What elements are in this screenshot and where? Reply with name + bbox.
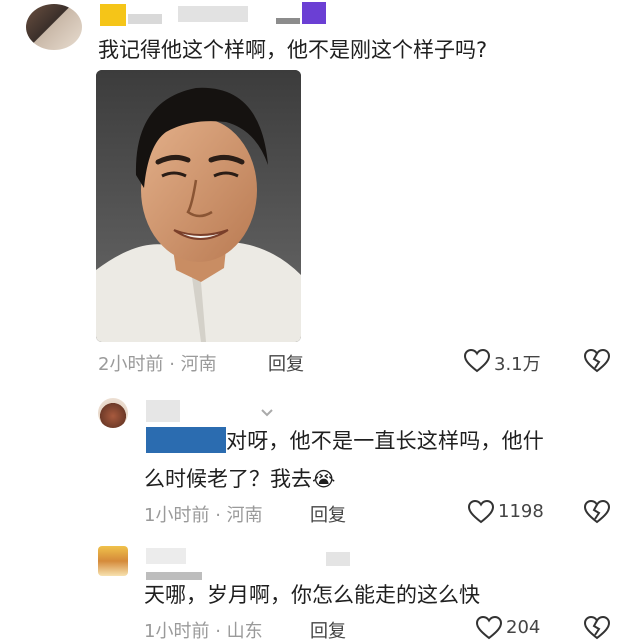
comment-2-text-line1: 对呀，他不是一直长这样吗，他什 [226, 429, 544, 453]
comment-1-text: 我记得他这个样啊，他不是刚这个样子吗? [98, 38, 488, 62]
username-censor-1b [128, 14, 162, 24]
avatar-1[interactable] [26, 4, 82, 50]
comment-2-text-line2-text: 么时候老了？我去 [144, 467, 312, 491]
heart-outline-icon[interactable] [468, 500, 494, 524]
comment-2-location: 河南 [226, 505, 263, 526]
comment-2-reply-button[interactable]: 回复 [310, 501, 346, 527]
comment-3-like-count: 204 [506, 617, 541, 638]
comment-1-location: 河南 [180, 354, 217, 375]
comment-2-like-count: 1198 [498, 501, 544, 522]
comment-2-meta: 1小时前 · 河南 [144, 501, 263, 527]
chevron-down-icon[interactable] [260, 408, 274, 418]
comment-2-time: 1小时前 [144, 505, 210, 526]
heart-outline-icon[interactable] [464, 349, 490, 373]
broken-heart-icon[interactable] [584, 349, 610, 373]
comment-1-time: 2小时前 [98, 354, 164, 375]
username-censor-1e [302, 2, 326, 24]
comment-3-text: 天哪，岁月啊，你怎么能走的这么快 [144, 583, 480, 607]
username-censor-3 [146, 548, 186, 564]
username-censor-1d [276, 18, 300, 24]
meta-separator: · [169, 354, 175, 375]
portrait-image [96, 70, 301, 342]
comment-3-time: 1小时前 [144, 621, 210, 642]
broken-heart-icon[interactable] [584, 500, 610, 524]
username-censor-1 [100, 4, 126, 26]
username-censor-1c [178, 6, 248, 22]
meta-separator: · [215, 621, 221, 642]
username-censor-2 [146, 400, 180, 422]
comment-3-location: 山东 [226, 621, 263, 642]
avatar-3[interactable] [98, 546, 128, 576]
username-censor-3b [326, 552, 350, 566]
broken-heart-icon[interactable] [584, 616, 610, 640]
crying-face-icon: 😭 [312, 467, 336, 491]
meta-separator: · [215, 505, 221, 526]
comment-3-meta: 1小时前 · 山东 [144, 617, 263, 643]
comment-2-text-line2: 么时候老了？我去😭 [144, 462, 335, 496]
avatar-2[interactable] [98, 398, 128, 428]
username-censor-2b [146, 427, 226, 453]
comment-1-photo[interactable] [96, 70, 301, 342]
heart-outline-icon[interactable] [476, 616, 502, 640]
comment-1-meta: 2小时前 · 河南 [98, 350, 217, 376]
comment-1-like-count: 3.1万 [494, 354, 541, 375]
comment-1-reply-button[interactable]: 回复 [268, 350, 304, 376]
comment-3-reply-button[interactable]: 回复 [310, 617, 346, 643]
